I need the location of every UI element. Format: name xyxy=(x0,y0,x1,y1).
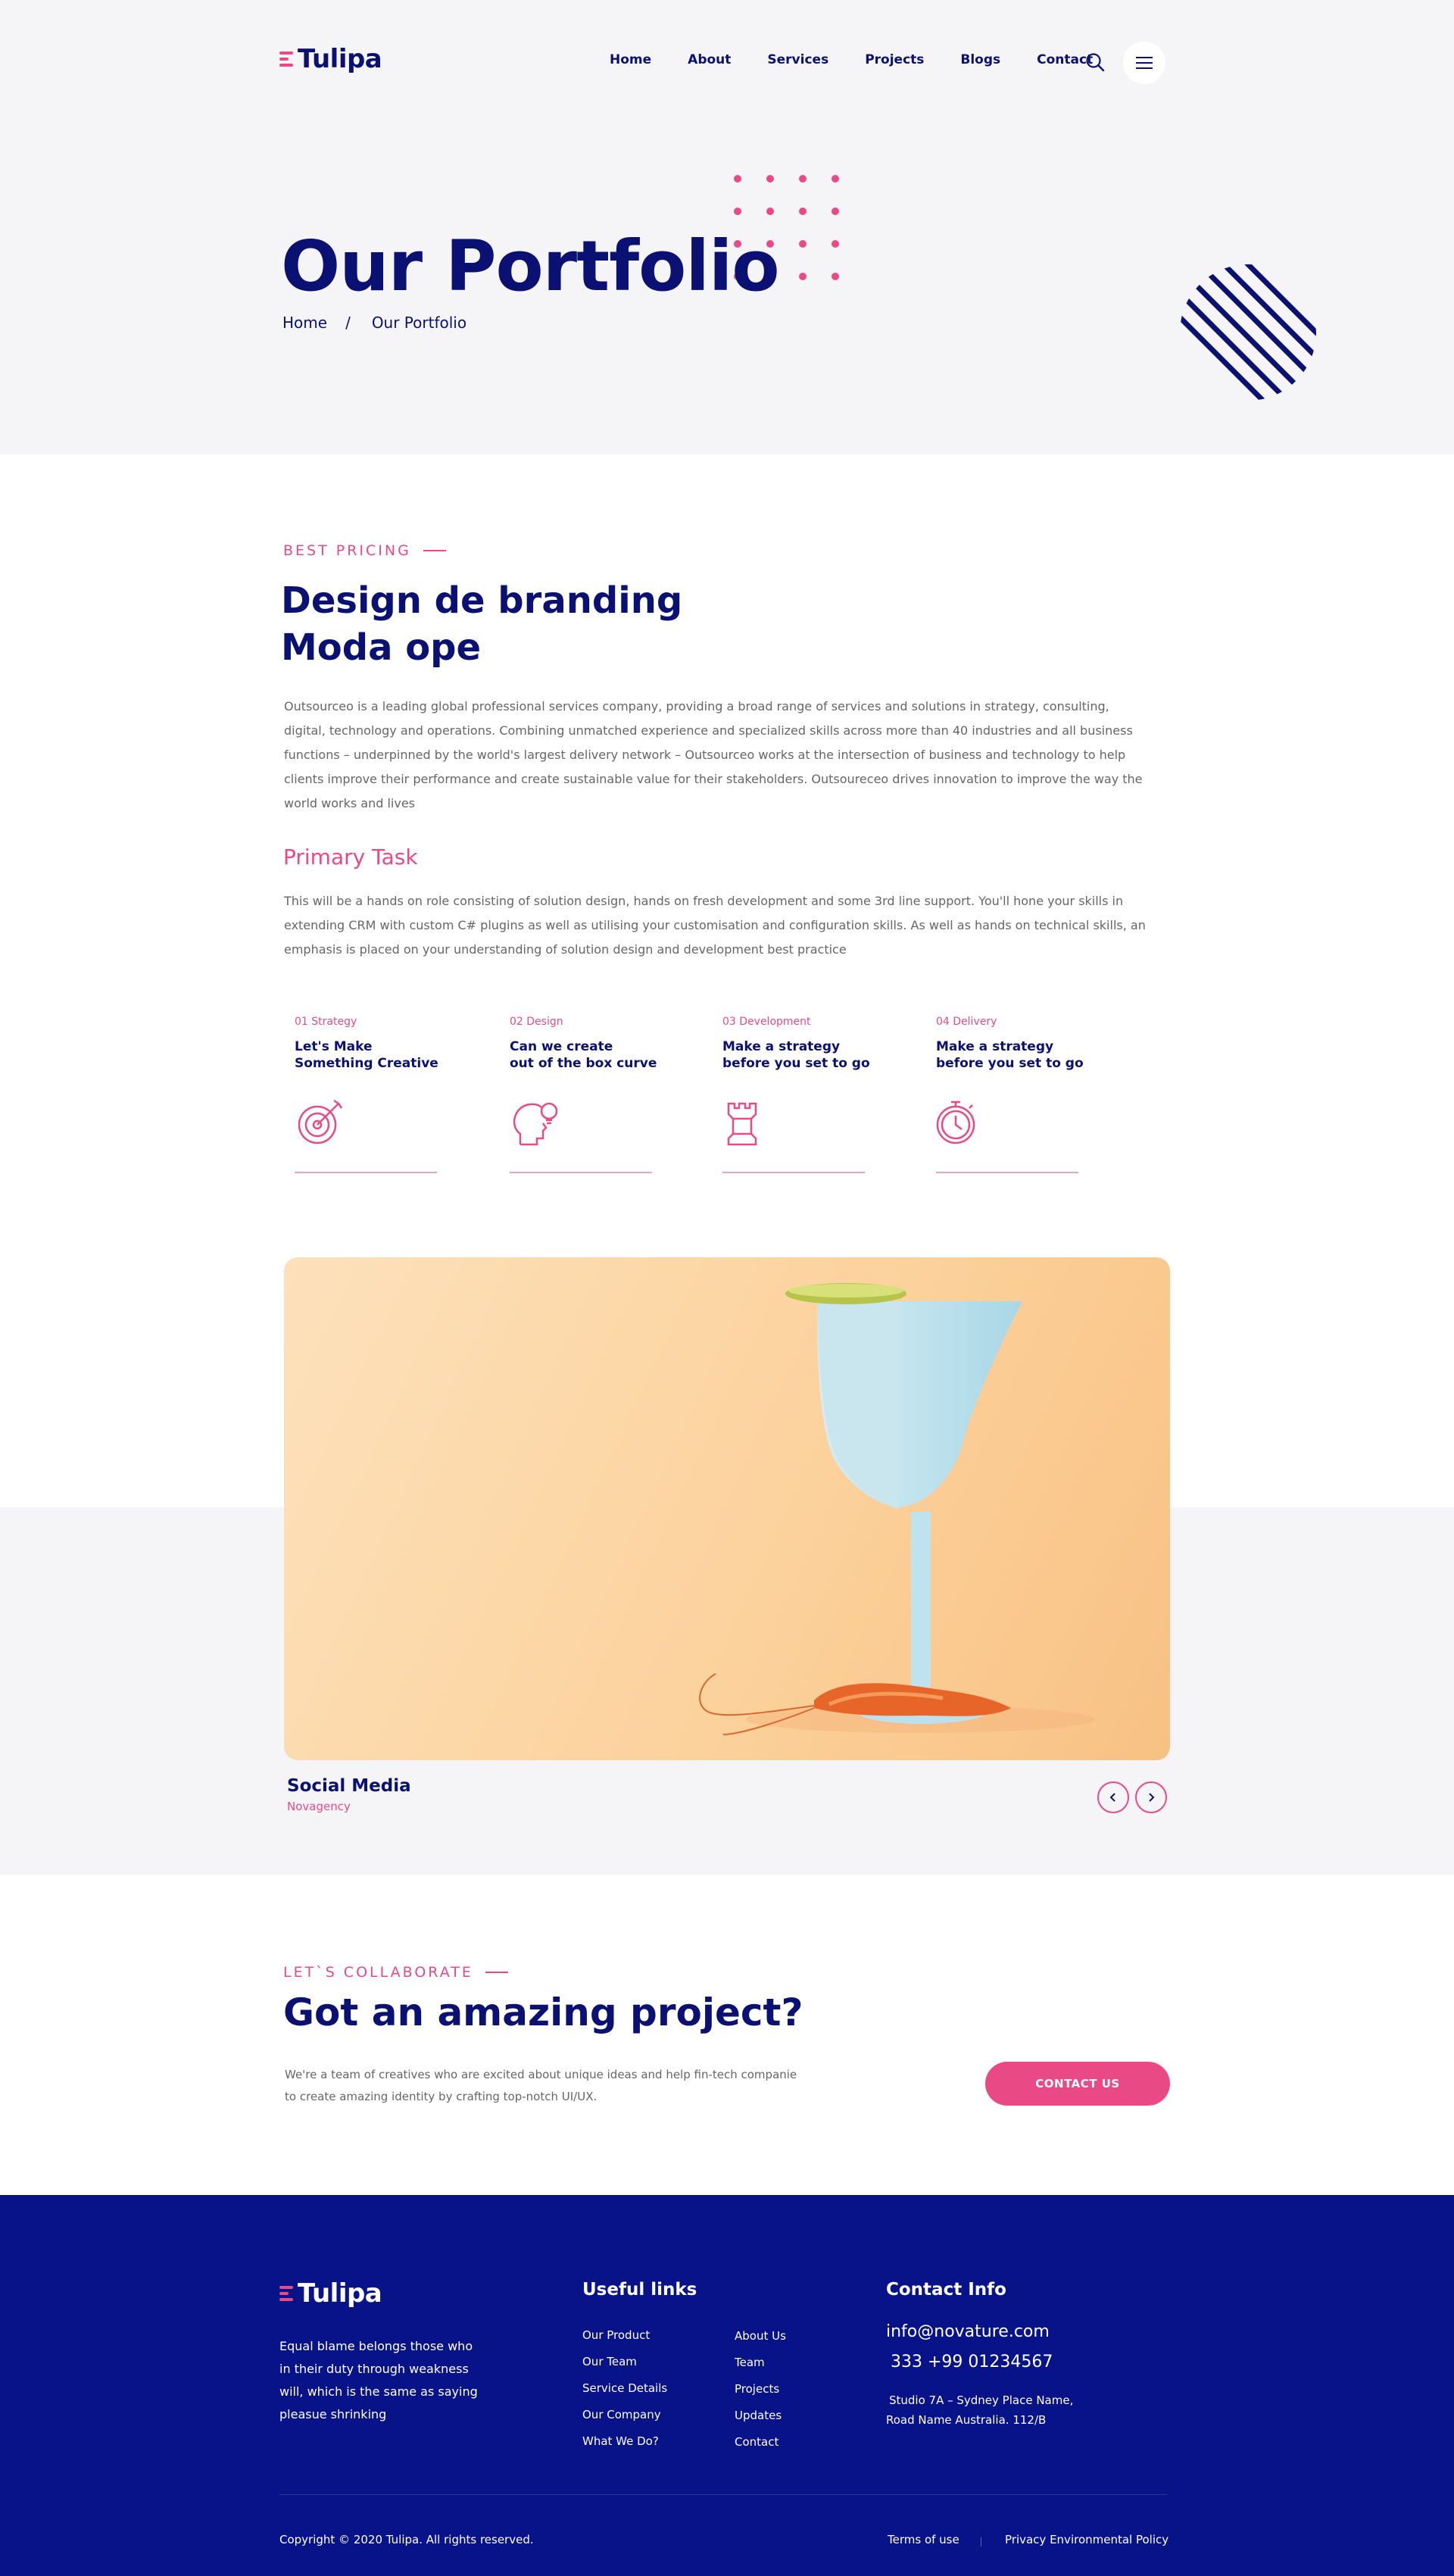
contact-info-title: Contact Info xyxy=(886,2280,1006,2300)
step-divider xyxy=(936,1172,1078,1173)
logo-mark-icon xyxy=(279,2286,293,2301)
footer-link-our-company[interactable]: Our Company xyxy=(582,2408,661,2421)
privacy-link[interactable]: Privacy Environmental Policy xyxy=(1005,2533,1169,2546)
footer-link-service-details[interactable]: Service Details xyxy=(582,2381,667,2395)
footer-address: Studio 7A – Sydney Place Name, Road Name… xyxy=(886,2390,1113,2430)
collab-title: Got an amazing project? xyxy=(283,1991,803,2034)
footer-address-line2: Road Name Australia. 112/B xyxy=(886,2413,1047,2427)
footer-about: Equal blame belongs those who in their d… xyxy=(279,2335,491,2426)
footer-link-team[interactable]: Team xyxy=(735,2356,765,2369)
footer-about-line: pleasue shrinking xyxy=(279,2407,387,2421)
project-title[interactable]: Social Media xyxy=(287,1776,411,1796)
collab-eyebrow-text: LET`S COLLABORATE xyxy=(283,1964,473,1981)
logo-text: Tulipa xyxy=(298,44,382,74)
prev-project-button[interactable] xyxy=(1097,1781,1129,1813)
primary-task-title: Primary Task xyxy=(283,845,418,870)
intro-eyebrow: BEST PRICING xyxy=(283,542,446,559)
step-card-delivery: 04 Delivery Make a strategy before you s… xyxy=(936,1016,1087,1173)
footer-link-updates[interactable]: Updates xyxy=(735,2409,782,2422)
step-divider xyxy=(722,1172,865,1173)
breadcrumb-separator: / xyxy=(345,314,351,332)
step-card-design: 02 Design Can we create out of the box c… xyxy=(510,1016,661,1173)
footer-about-line: will, which is the same as saying xyxy=(279,2384,478,2399)
footer-link-what-we-do[interactable]: What We Do? xyxy=(582,2434,659,2448)
project-subtitle: Novagency xyxy=(287,1800,351,1813)
project-image[interactable] xyxy=(284,1257,1170,1760)
breadcrumb-home[interactable]: Home xyxy=(282,314,327,332)
cocktail-glass-illustration xyxy=(699,1283,1094,1735)
collab-paragraph-line1: We're a team of creatives who are excite… xyxy=(285,2068,797,2081)
collab-paragraph: We're a team of creatives who are excite… xyxy=(285,2064,830,2108)
chess-rook-icon xyxy=(727,1102,757,1146)
page: Tulipa Home About Services Projects Blog… xyxy=(0,0,1454,2576)
search-icon[interactable] xyxy=(1085,52,1105,72)
nav-about[interactable]: About xyxy=(688,52,731,67)
footer-logo[interactable]: Tulipa xyxy=(279,2278,382,2309)
footer-link-our-team[interactable]: Our Team xyxy=(582,2355,637,2368)
stopwatch-icon xyxy=(936,1101,975,1144)
intro-paragraph: Outsourceo is a leading global professio… xyxy=(284,699,1143,810)
footer-link-our-product[interactable]: Our Product xyxy=(582,2328,650,2342)
step-title: Can we create out of the box curve xyxy=(510,1039,657,1071)
step-title: Let's Make Something Creative xyxy=(295,1039,438,1071)
step-card-strategy: 01 Strategy Let's Make Something Creativ… xyxy=(295,1016,446,1173)
menu-icon xyxy=(1136,57,1153,58)
footer-divider xyxy=(279,2494,1167,2495)
collab-paragraph-line2: to create amazing identity by crafting t… xyxy=(285,2090,598,2103)
breadcrumb-current: Our Portfolio xyxy=(371,314,467,332)
footer-link-projects[interactable]: Projects xyxy=(735,2382,779,2396)
nav-blogs[interactable]: Blogs xyxy=(960,52,1000,67)
step-divider xyxy=(295,1172,437,1173)
footer-logo-text: Tulipa xyxy=(298,2278,382,2309)
target-icon xyxy=(298,1099,343,1144)
chevron-right-icon xyxy=(1149,1793,1155,1802)
intro-title-line2: Moda ope xyxy=(281,626,482,669)
breadcrumb: Home / Our Portfolio xyxy=(282,314,466,332)
useful-links-title: Useful links xyxy=(582,2280,697,2300)
step-card-development: 03 Development Make a strategy before yo… xyxy=(722,1016,874,1173)
step-divider xyxy=(510,1172,652,1173)
footer-address-line1: Studio 7A – Sydney Place Name, xyxy=(889,2393,1074,2407)
footer-about-line: Equal blame belongs those who xyxy=(279,2339,473,2353)
step-number: 03 Development xyxy=(722,1016,811,1028)
intro-title: Design de branding Moda ope xyxy=(281,577,682,671)
primary-task-paragraph: This will be a hands on role consisting … xyxy=(284,894,1146,957)
chevron-left-icon xyxy=(1109,1793,1115,1802)
footer-email[interactable]: info@novature.com xyxy=(886,2322,1050,2341)
head-idea-icon xyxy=(513,1102,558,1146)
contact-us-button[interactable]: CONTACT US xyxy=(985,2062,1170,2106)
step-number: 01 Strategy xyxy=(295,1016,357,1028)
intro-title-line1: Design de branding xyxy=(281,579,683,622)
step-number: 04 Delivery xyxy=(936,1016,997,1028)
copyright: Copyright © 2020 Tulipa. All rights rese… xyxy=(279,2533,534,2546)
footer-phone[interactable]: 333 +99 01234567 xyxy=(891,2353,1053,2371)
page-title: Our Portfolio xyxy=(281,226,780,307)
logo[interactable]: Tulipa xyxy=(279,44,382,74)
footer-link-contact[interactable]: Contact xyxy=(735,2435,778,2449)
next-project-button[interactable] xyxy=(1135,1781,1167,1813)
footer-about-line: in their duty through weakness xyxy=(279,2362,469,2376)
intro-eyebrow-text: BEST PRICING xyxy=(283,542,411,559)
footer: Tulipa Equal blame belongs those who in … xyxy=(0,2195,1454,2576)
collab-eyebrow: LET`S COLLABORATE xyxy=(283,1964,508,1981)
step-number: 02 Design xyxy=(510,1016,563,1028)
nav-services[interactable]: Services xyxy=(767,52,828,67)
footer-link-about-us[interactable]: About Us xyxy=(735,2329,786,2343)
striped-circle-decoration xyxy=(1180,264,1316,401)
logo-mark-icon xyxy=(279,52,293,67)
step-title: Make a strategy before you set to go xyxy=(722,1039,870,1071)
menu-button[interactable] xyxy=(1123,42,1165,84)
step-title: Make a strategy before you set to go xyxy=(936,1039,1084,1071)
nav-projects[interactable]: Projects xyxy=(865,52,924,67)
main-nav: Home About Services Projects Blogs Conta… xyxy=(610,52,1129,67)
nav-home[interactable]: Home xyxy=(610,52,651,67)
terms-link[interactable]: Terms of use xyxy=(888,2533,959,2546)
